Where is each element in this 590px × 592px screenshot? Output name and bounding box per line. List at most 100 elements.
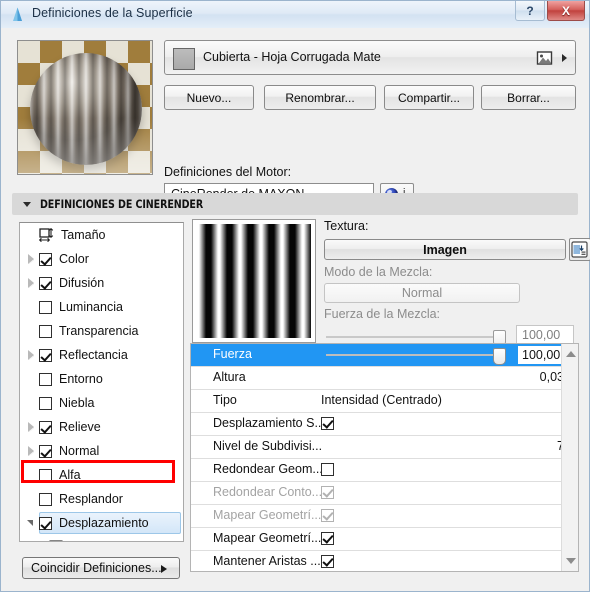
- floor-shade: [18, 118, 152, 174]
- property-checkbox[interactable]: [321, 555, 334, 568]
- property-checkbox: [321, 509, 334, 522]
- property-row-fuerza[interactable]: Fuerza 100,00: [191, 344, 578, 367]
- property-name: Mapear Geometrí...: [213, 508, 322, 522]
- tree-item-tamano[interactable]: Tamaño: [20, 223, 183, 247]
- tree-item-relieve[interactable]: Relieve: [20, 415, 183, 439]
- tree-item-checkbox[interactable]: [39, 444, 52, 458]
- tree-item-checkbox[interactable]: [39, 300, 52, 314]
- tree-item-entorno[interactable]: Entorno: [20, 367, 183, 391]
- image-thumb-icon: [48, 540, 64, 541]
- help-button[interactable]: ?: [515, 1, 545, 21]
- property-row-redondear-geometria[interactable]: Redondear Geom...: [191, 459, 578, 482]
- tree-item-label: Transparencia: [59, 323, 139, 338]
- material-name: Cubierta - Hoja Corrugada Mate: [203, 50, 381, 64]
- share-button[interactable]: Compartir...: [384, 85, 474, 110]
- material-preview: [17, 40, 153, 175]
- expand-twisty-icon[interactable]: [26, 247, 39, 271]
- scroll-up-arrow-icon[interactable]: [566, 351, 576, 357]
- expand-twisty-icon[interactable]: [26, 439, 39, 463]
- blend-strength-slider: [326, 330, 506, 347]
- right-arrow-icon[interactable]: [562, 54, 567, 62]
- material-name-bar[interactable]: Cubierta - Hoja Corrugada Mate: [164, 40, 576, 75]
- twisty-placeholder: [26, 319, 39, 343]
- fuerza-slider[interactable]: [326, 348, 506, 365]
- tree-item-reflectancia[interactable]: Reflectancia: [20, 343, 183, 367]
- property-row-mapear-geometria-2[interactable]: Mapear Geometrí...: [191, 528, 578, 551]
- tree-item-checkbox[interactable]: [39, 276, 52, 290]
- app-icon: [9, 6, 26, 23]
- tree-item-desplazamiento[interactable]: Desplazamiento: [20, 511, 183, 535]
- twisty-placeholder: [26, 295, 39, 319]
- tree-item-checkbox[interactable]: [39, 492, 52, 506]
- cinerender-section-header[interactable]: DEFINICIONES DE CINERENDER: [12, 193, 578, 215]
- rename-button[interactable]: Renombrar...: [264, 85, 376, 110]
- tree-item-label: Relieve: [59, 419, 101, 434]
- expand-twisty-icon[interactable]: [26, 415, 39, 439]
- blend-mode-value: Normal: [324, 283, 520, 303]
- property-name: Tipo: [213, 393, 237, 407]
- property-row-mapear-geometria-1: Mapear Geometrí...: [191, 505, 578, 528]
- browse-image-icon[interactable]: [569, 238, 590, 261]
- blend-strength-label: Fuerza de la Mezcla:: [324, 307, 441, 321]
- chevron-down-icon[interactable]: [23, 202, 31, 207]
- slider-track: [326, 336, 506, 338]
- tree-item-label: Tamaño: [61, 227, 106, 242]
- collapse-twisty-icon[interactable]: [26, 511, 39, 535]
- channel-detail-panel: Textura: Imagen Modo de la Mezcla: Norma…: [190, 217, 590, 574]
- property-row-tipo[interactable]: Tipo Intensidad (Centrado): [191, 390, 578, 413]
- material-color-swatch: [173, 48, 195, 70]
- new-button[interactable]: Nuevo...: [164, 85, 254, 110]
- tree-item-luminancia[interactable]: Luminancia: [20, 295, 183, 319]
- property-row-redondear-contorno: Redondear Conto...: [191, 482, 578, 505]
- texture-stripes-pattern: [197, 224, 311, 338]
- tree-item-checkbox[interactable]: [39, 516, 52, 530]
- twisty-placeholder: [26, 223, 39, 247]
- tree-item-checkbox[interactable]: [39, 372, 52, 386]
- tree-item-label: Desplazamiento: [59, 515, 149, 530]
- expand-twisty-icon[interactable]: [26, 343, 39, 367]
- image-icon[interactable]: [536, 50, 553, 66]
- expand-twisty-icon[interactable]: [26, 271, 39, 295]
- texture-thumbnail[interactable]: [192, 219, 316, 343]
- scroll-down-arrow-icon[interactable]: [566, 558, 576, 564]
- tree-item-transparencia[interactable]: Transparencia: [20, 319, 183, 343]
- tree-item-checkbox[interactable]: [39, 324, 52, 338]
- tree-item-color[interactable]: Color: [20, 247, 183, 271]
- tree-item-resplandor[interactable]: Resplandor: [20, 487, 183, 511]
- delete-button[interactable]: Borrar...: [481, 85, 576, 110]
- tree-item-difusion[interactable]: Difusión: [20, 271, 183, 295]
- property-row-nivel-subdivision[interactable]: Nivel de Subdivisi... 7: [191, 436, 578, 459]
- tree-item-checkbox[interactable]: [39, 396, 52, 410]
- property-name: Desplazamiento S...: [213, 416, 325, 430]
- right-arrow-icon: [161, 565, 167, 573]
- property-row-altura[interactable]: Altura 0,03: [191, 367, 578, 390]
- property-name: Mantener Aristas ...: [213, 554, 321, 568]
- tree-item-checkbox[interactable]: [39, 420, 52, 434]
- channel-tree[interactable]: Tamaño Color Difusión Luminancia Transpa…: [19, 222, 184, 542]
- surface-settings-dialog: Definiciones de la Superficie ? X Cubier…: [0, 0, 590, 592]
- blend-strength-value: 100,00: [516, 325, 574, 345]
- property-checkbox[interactable]: [321, 463, 334, 476]
- property-checkbox[interactable]: [321, 532, 334, 545]
- property-grid[interactable]: Fuerza 100,00 Altura 0,03 Tipo Intensida…: [190, 343, 579, 572]
- tree-item-normal[interactable]: Normal: [20, 439, 183, 463]
- tree-item-niebla[interactable]: Niebla: [20, 391, 183, 415]
- close-button[interactable]: X: [547, 1, 585, 21]
- tree-item-checkbox[interactable]: [39, 348, 52, 362]
- twisty-placeholder: [26, 463, 39, 487]
- property-row-mantener-aristas[interactable]: Mantener Aristas ...: [191, 551, 578, 571]
- tree-item-label: Entorno: [59, 371, 103, 386]
- match-settings-button[interactable]: Coincidir Definiciones...: [22, 557, 180, 579]
- tree-item-checkbox[interactable]: [39, 468, 52, 482]
- tree-item-imagen[interactable]: Imagen (Sin b GS): [20, 535, 183, 541]
- tree-item-alfa[interactable]: Alfa: [20, 463, 183, 487]
- property-value[interactable]: Intensidad (Centrado): [321, 393, 442, 407]
- property-row-desplazamiento-sub[interactable]: Desplazamiento S...: [191, 413, 578, 436]
- property-grid-scrollbar[interactable]: [561, 344, 578, 571]
- slider-handle[interactable]: [493, 348, 506, 365]
- engine-settings-label: Definiciones del Motor:: [164, 165, 292, 179]
- tree-item-checkbox[interactable]: [39, 252, 52, 266]
- property-checkbox[interactable]: [321, 417, 334, 430]
- property-name: Fuerza: [213, 347, 252, 361]
- texture-button[interactable]: Imagen: [324, 239, 566, 260]
